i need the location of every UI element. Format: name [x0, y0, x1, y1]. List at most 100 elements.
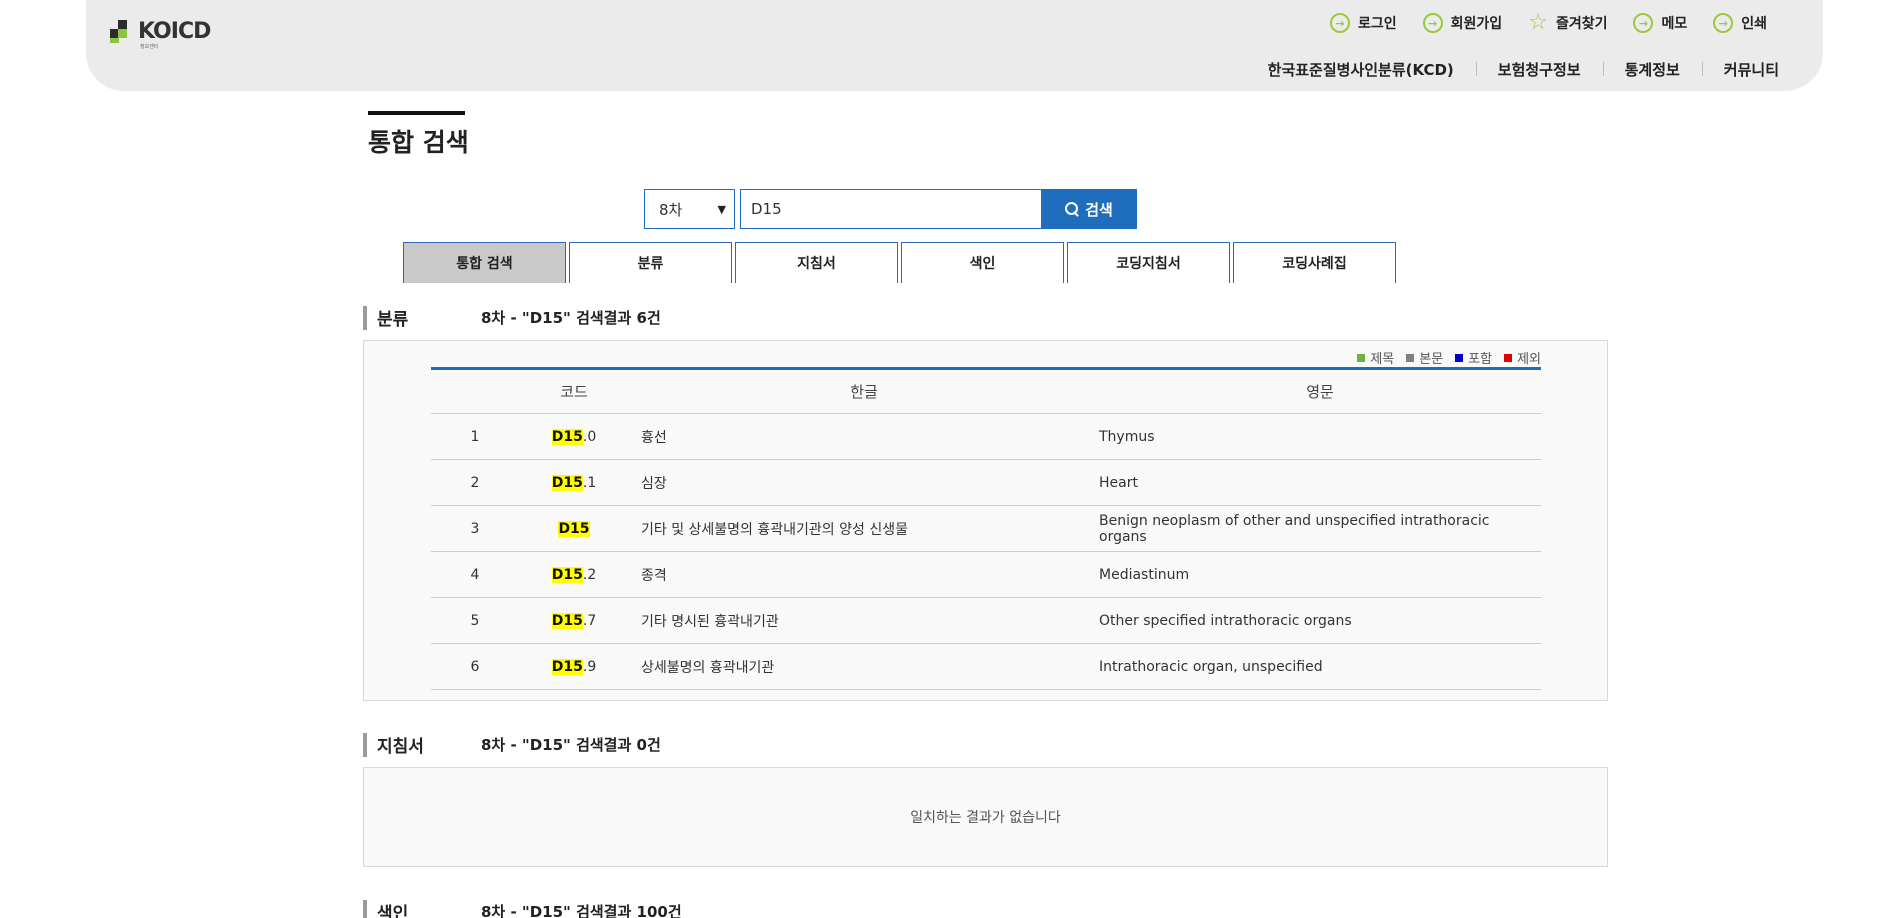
empty-message: 일치하는 결과가 없습니다: [910, 810, 1061, 826]
code-suffix: .7: [582, 612, 597, 629]
version-select[interactable]: 8차 ▼: [644, 189, 735, 229]
legend-item-body: 본문: [1406, 348, 1443, 367]
classification-results-box: 제목 본문 포함 제외 코드 한글 영문 1 D15.0 흉선 Thymus 2…: [363, 340, 1608, 701]
classification-section-header: 분류 8차 - "D15" 검색결과 6건: [363, 305, 661, 330]
tab-coding-guide[interactable]: 코딩지침서: [1067, 242, 1230, 283]
search-button[interactable]: 검색: [1041, 189, 1137, 229]
row-english: Thymus: [1099, 413, 1541, 460]
row-code[interactable]: D15.1: [519, 459, 629, 506]
code-highlight: D15: [558, 520, 590, 537]
column-header-english: 영문: [1099, 368, 1541, 414]
table-row[interactable]: 5 D15.7 기타 명시된 흉곽내기관 Other specified int…: [431, 597, 1541, 644]
row-number: 6: [431, 643, 519, 690]
row-code[interactable]: D15.0: [519, 413, 629, 460]
code-highlight: D15: [551, 428, 583, 445]
memo-link[interactable]: → 메모: [1633, 13, 1687, 33]
row-english: Mediastinum: [1099, 551, 1541, 598]
table-header-row: 코드 한글 영문: [431, 368, 1541, 414]
row-number: 5: [431, 597, 519, 644]
print-label: 인쇄: [1741, 16, 1767, 32]
logo-text: KOICD: [138, 18, 211, 44]
row-code[interactable]: D15.7: [519, 597, 629, 644]
legend-label: 제외: [1517, 352, 1541, 367]
code-suffix: .2: [582, 566, 597, 583]
legend-label: 제목: [1370, 352, 1395, 367]
search-bar: 8차 ▼ 검색: [644, 189, 1137, 229]
nav-item-community[interactable]: 커뮤니티: [1701, 59, 1779, 80]
tab-classification[interactable]: 분류: [569, 242, 732, 283]
row-korean: 상세불명의 흉곽내기관: [629, 643, 1099, 690]
section-marker: [363, 305, 367, 330]
section-title: 분류: [377, 310, 409, 330]
row-korean: 종격: [629, 551, 1099, 598]
site-header: KOICD 정보센터 → 로그인 → 회원가입 ☆ 즐겨찾기 → 메모 → 인쇄…: [86, 0, 1823, 91]
join-link[interactable]: → 회원가입: [1422, 13, 1502, 33]
site-logo[interactable]: KOICD 정보센터: [110, 16, 211, 50]
version-select-value: 8차: [659, 200, 683, 219]
code-highlight: D15: [551, 658, 583, 675]
table-row[interactable]: 6 D15.9 상세불명의 흉곽내기관 Intrathoracic organ,…: [431, 643, 1541, 690]
row-korean: 심장: [629, 459, 1099, 506]
tab-index[interactable]: 색인: [901, 242, 1064, 283]
legend-label: 포함: [1468, 352, 1493, 367]
page-title-block: 통합 검색: [368, 111, 469, 159]
bookmark-label: 즐겨찾기: [1555, 16, 1608, 32]
chevron-down-icon: ▼: [717, 202, 726, 216]
table-row[interactable]: 4 D15.2 종격 Mediastinum: [431, 551, 1541, 598]
memo-label: 메모: [1661, 16, 1688, 32]
code-highlight: D15: [551, 474, 583, 491]
classification-table: 코드 한글 영문 1 D15.0 흉선 Thymus 2 D15.1 심장 He…: [431, 367, 1541, 690]
column-header-korean: 한글: [629, 368, 1099, 414]
row-number: 4: [431, 551, 519, 598]
section-summary: 8차 - "D15" 검색결과 0건: [481, 736, 661, 754]
login-icon: →: [1330, 13, 1351, 33]
table-row[interactable]: 2 D15.1 심장 Heart: [431, 459, 1541, 506]
section-summary: 8차 - "D15" 검색결과 6건: [481, 309, 661, 327]
main-nav: 한국표준질병사인분류(KCD) 보험청구정보 통계정보 커뮤니티: [1246, 59, 1779, 80]
login-link[interactable]: → 로그인: [1330, 13, 1397, 33]
row-number: 1: [431, 413, 519, 460]
search-input[interactable]: [740, 189, 1041, 229]
section-marker: [363, 899, 367, 918]
legend-item-include: 포함: [1455, 348, 1492, 367]
legend-item-title: 제목: [1357, 348, 1394, 367]
tab-guideline[interactable]: 지침서: [735, 242, 898, 283]
nav-item-insurance[interactable]: 보험청구정보: [1475, 59, 1603, 80]
code-suffix: .0: [582, 428, 597, 445]
row-korean: 기타 및 상세불명의 흉곽내기관의 양성 신생물: [629, 505, 1099, 552]
table-row[interactable]: 3 D15 기타 및 상세불명의 흉곽내기관의 양성 신생물 Benign ne…: [431, 505, 1541, 552]
search-icon: [1065, 202, 1079, 216]
code-suffix: .1: [582, 474, 597, 491]
row-code[interactable]: D15.2: [519, 551, 629, 598]
result-tabs: 통합 검색 분류 지침서 색인 코딩지침서 코딩사례집: [403, 242, 1399, 283]
table-row[interactable]: 1 D15.0 흉선 Thymus: [431, 413, 1541, 460]
column-header-code: 코드: [519, 368, 629, 414]
row-code[interactable]: D15.9: [519, 643, 629, 690]
legend-label: 본문: [1419, 352, 1444, 367]
nav-item-kcd[interactable]: 한국표준질병사인분류(KCD): [1246, 59, 1476, 80]
code-suffix: .9: [582, 658, 597, 675]
logo-mark-icon: [110, 18, 136, 44]
legend: 제목 본문 포함 제외: [1345, 348, 1541, 367]
legend-swatch: [1357, 353, 1366, 362]
login-label: 로그인: [1358, 16, 1397, 32]
tab-all[interactable]: 통합 검색: [403, 242, 566, 283]
join-icon: →: [1422, 13, 1443, 33]
bookmark-link[interactable]: ☆ 즐겨찾기: [1528, 12, 1607, 34]
tab-coding-cases[interactable]: 코딩사례집: [1233, 242, 1396, 283]
logo-subtext: 정보센터: [140, 44, 159, 50]
star-icon: ☆: [1528, 10, 1548, 35]
legend-swatch: [1406, 353, 1415, 362]
search-button-label: 검색: [1085, 200, 1113, 219]
nav-item-statistics[interactable]: 통계정보: [1602, 59, 1702, 80]
utility-nav: → 로그인 → 회원가입 ☆ 즐겨찾기 → 메모 → 인쇄: [1304, 12, 1767, 34]
legend-item-exclude: 제외: [1504, 348, 1541, 367]
row-english: Heart: [1099, 459, 1541, 506]
row-code[interactable]: D15: [519, 505, 629, 552]
code-highlight: D15: [551, 612, 583, 629]
row-english: Other specified intrathoracic organs: [1099, 597, 1541, 644]
row-korean: 흉선: [629, 413, 1099, 460]
section-summary: 8차 - "D15" 검색결과 100건: [481, 903, 682, 918]
guideline-results-box: 일치하는 결과가 없습니다: [363, 767, 1608, 867]
print-link[interactable]: → 인쇄: [1713, 13, 1767, 33]
